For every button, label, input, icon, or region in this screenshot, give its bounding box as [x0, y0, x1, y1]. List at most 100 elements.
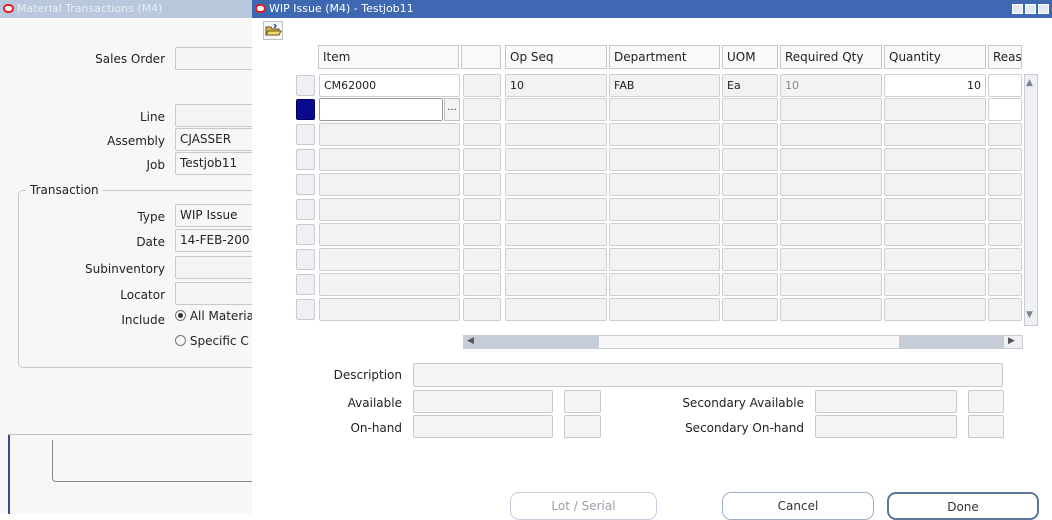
column-header-uom[interactable]: UOM	[722, 45, 778, 69]
scroll-down-icon[interactable]: ▼	[1026, 310, 1033, 320]
blank-cell[interactable]	[463, 248, 501, 271]
include-specific-radio[interactable]: Specific C	[175, 334, 249, 348]
reason-cell[interactable]	[988, 148, 1022, 171]
on-hand-uom-field[interactable]	[564, 415, 601, 438]
quantity-cell[interactable]	[884, 273, 986, 296]
op-seq-cell[interactable]	[505, 298, 607, 321]
uom-cell[interactable]	[722, 298, 778, 321]
item-input[interactable]	[319, 98, 443, 121]
column-header-reason[interactable]: Reas	[988, 45, 1022, 69]
reason-cell[interactable]	[988, 198, 1022, 221]
scroll-right-icon[interactable]: ▶	[1008, 336, 1015, 346]
secondary-on-hand-uom-field[interactable]	[968, 415, 1004, 438]
uom-cell[interactable]	[722, 123, 778, 146]
department-cell[interactable]	[609, 223, 720, 246]
blank-cell[interactable]	[463, 173, 501, 196]
blank-cell[interactable]	[463, 198, 501, 221]
current-record-indicator[interactable]	[296, 99, 315, 120]
required-qty-cell[interactable]	[780, 173, 882, 196]
item-cell[interactable]	[319, 123, 460, 146]
done-button[interactable]: Done	[887, 492, 1039, 520]
op-seq-cell[interactable]: 10	[505, 74, 607, 97]
required-qty-cell[interactable]	[780, 198, 882, 221]
item-cell[interactable]	[319, 223, 460, 246]
item-cell[interactable]	[319, 148, 460, 171]
reason-cell[interactable]	[988, 298, 1022, 321]
assembly-field[interactable]: CJASSER	[175, 128, 255, 151]
reason-cell[interactable]	[988, 223, 1022, 246]
scroll-up-icon[interactable]: ▲	[1026, 78, 1033, 88]
column-header-department[interactable]: Department	[609, 45, 720, 69]
column-header-blank[interactable]	[461, 45, 501, 69]
item-cell[interactable]	[319, 273, 460, 296]
quantity-cell[interactable]	[884, 123, 986, 146]
lot-serial-button[interactable]: Lot / Serial	[510, 492, 657, 520]
on-hand-field[interactable]	[413, 415, 553, 438]
op-seq-cell[interactable]	[505, 273, 607, 296]
uom-cell[interactable]	[722, 148, 778, 171]
department-cell[interactable]	[609, 123, 720, 146]
record-indicator[interactable]	[296, 224, 315, 245]
op-seq-cell[interactable]	[505, 173, 607, 196]
department-cell[interactable]	[609, 173, 720, 196]
secondary-on-hand-field[interactable]	[815, 415, 957, 438]
required-qty-cell[interactable]	[780, 123, 882, 146]
reason-cell[interactable]	[988, 248, 1022, 271]
minimize-icon[interactable]	[1012, 4, 1023, 14]
quantity-cell[interactable]	[884, 198, 986, 221]
uom-cell[interactable]	[722, 98, 778, 121]
required-qty-cell[interactable]	[780, 273, 882, 296]
required-qty-cell[interactable]	[780, 98, 882, 121]
quantity-cell[interactable]	[884, 173, 986, 196]
date-field[interactable]: 14-FEB-200	[175, 229, 255, 252]
record-indicator[interactable]	[296, 199, 315, 220]
required-qty-cell[interactable]	[780, 148, 882, 171]
item-cell[interactable]: CM62000	[319, 74, 460, 97]
blank-cell[interactable]	[463, 298, 501, 321]
required-qty-cell[interactable]	[780, 223, 882, 246]
department-cell[interactable]	[609, 273, 720, 296]
item-cell[interactable]	[319, 173, 460, 196]
reason-cell[interactable]	[988, 98, 1022, 121]
blank-cell[interactable]	[463, 148, 501, 171]
column-header-item[interactable]: Item	[318, 45, 459, 69]
record-indicator[interactable]	[296, 299, 315, 320]
required-qty-cell[interactable]	[780, 298, 882, 321]
subinventory-field[interactable]	[175, 256, 255, 279]
record-indicator[interactable]	[296, 75, 315, 96]
blank-cell[interactable]	[463, 74, 501, 97]
op-seq-cell[interactable]	[505, 198, 607, 221]
department-cell[interactable]	[609, 248, 720, 271]
record-indicator[interactable]	[296, 124, 315, 145]
cancel-button[interactable]: Cancel	[722, 492, 874, 520]
secondary-available-field[interactable]	[815, 390, 957, 413]
op-seq-cell[interactable]	[505, 98, 607, 121]
available-field[interactable]	[413, 390, 553, 413]
department-cell[interactable]	[609, 298, 720, 321]
column-header-quantity[interactable]: Quantity	[884, 45, 986, 69]
column-header-op-seq[interactable]: Op Seq	[505, 45, 607, 69]
op-seq-cell[interactable]	[505, 223, 607, 246]
op-seq-cell[interactable]	[505, 123, 607, 146]
reason-cell[interactable]	[988, 74, 1022, 97]
material-transactions-titlebar[interactable]: Material Transactions (M4)	[0, 0, 252, 18]
type-field[interactable]: WIP Issue	[175, 204, 255, 227]
uom-cell[interactable]	[722, 273, 778, 296]
department-cell[interactable]	[609, 148, 720, 171]
uom-cell[interactable]	[722, 248, 778, 271]
record-indicator[interactable]	[296, 274, 315, 295]
uom-cell[interactable]	[722, 173, 778, 196]
item-cell[interactable]	[319, 298, 460, 321]
blank-cell[interactable]	[463, 98, 501, 121]
blank-cell[interactable]	[463, 273, 501, 296]
available-uom-field[interactable]	[564, 390, 601, 413]
quantity-cell[interactable]: 10	[884, 74, 986, 97]
reason-cell[interactable]	[988, 123, 1022, 146]
quantity-cell[interactable]	[884, 248, 986, 271]
line-field[interactable]	[175, 104, 255, 127]
record-indicator[interactable]	[296, 249, 315, 270]
blank-cell[interactable]	[463, 123, 501, 146]
uom-cell[interactable]	[722, 223, 778, 246]
scroll-left-icon[interactable]: ◀	[467, 336, 474, 346]
column-header-required-qty[interactable]: Required Qty	[780, 45, 882, 69]
